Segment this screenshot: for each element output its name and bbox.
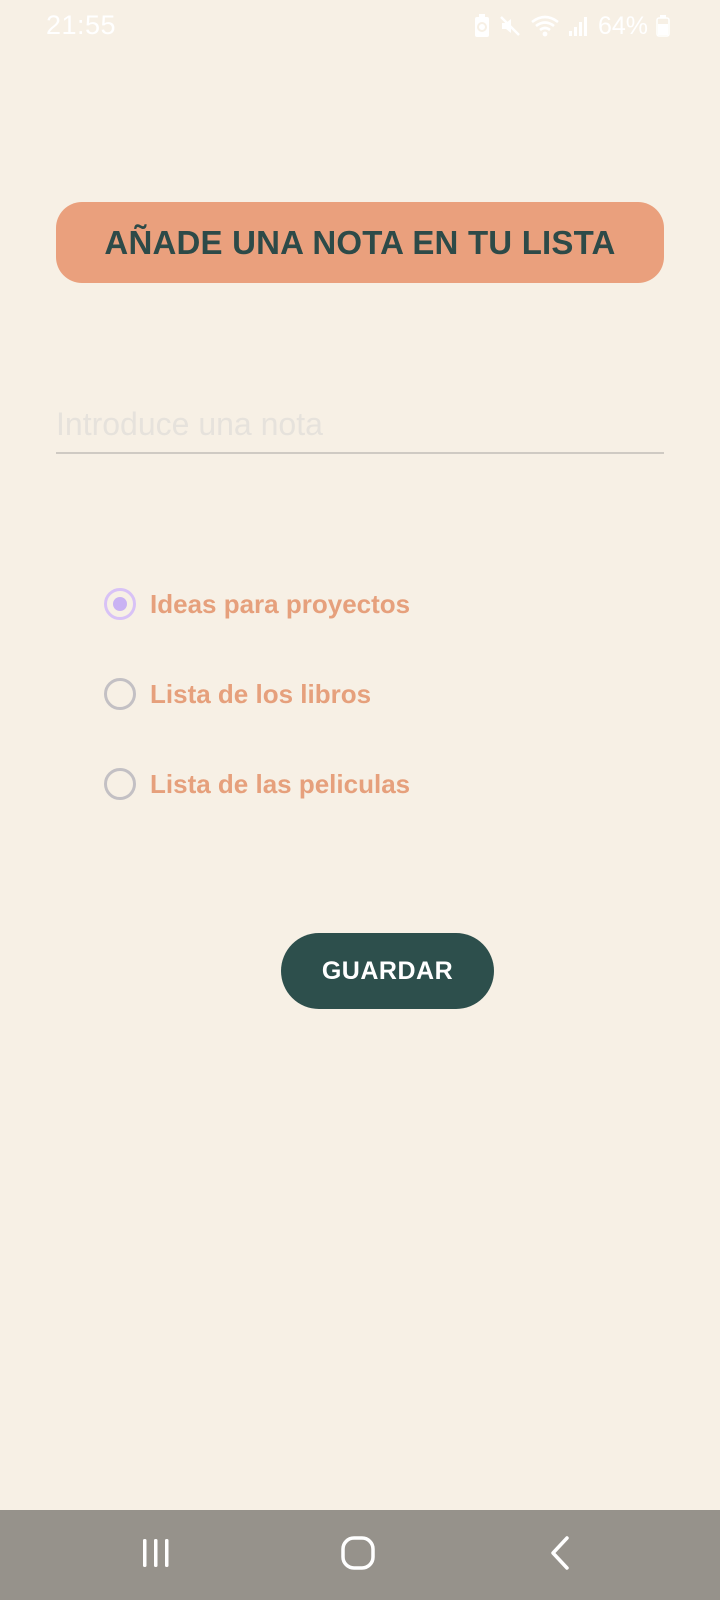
wifi-icon (530, 14, 560, 38)
radio-option-ideas[interactable]: Ideas para proyectos (104, 584, 410, 624)
mute-icon (498, 14, 522, 38)
radio-label[interactable]: Lista de los libros (150, 679, 371, 710)
battery-saver-icon (474, 14, 490, 38)
status-time: 21:55 (46, 10, 117, 40)
back-button[interactable] (500, 1510, 620, 1600)
page-title: AÑADE UNA NOTA EN TU LISTA (104, 223, 616, 261)
navigation-bar (0, 1510, 720, 1600)
home-icon (340, 1535, 376, 1576)
back-icon (545, 1535, 575, 1576)
status-icons: 64% (474, 12, 670, 40)
radio-label[interactable]: Ideas para proyectos (150, 589, 410, 620)
radio-button[interactable] (104, 678, 136, 710)
signal-icon (568, 15, 588, 37)
recent-apps-icon (139, 1536, 173, 1575)
category-radio-group: Ideas para proyectos Lista de los libros… (104, 584, 410, 854)
radio-label[interactable]: Lista de las peliculas (150, 769, 410, 800)
radio-option-books[interactable]: Lista de los libros (104, 674, 410, 714)
page-title-banner: AÑADE UNA NOTA EN TU LISTA (56, 202, 664, 283)
radio-button-checked[interactable] (104, 588, 136, 620)
battery-icon (656, 15, 670, 37)
note-input[interactable] (56, 396, 664, 454)
recent-apps-button[interactable] (96, 1510, 216, 1600)
status-bar: 21:55 64% (0, 0, 720, 52)
save-button[interactable]: GUARDAR (281, 933, 494, 1009)
radio-option-movies[interactable]: Lista de las peliculas (104, 764, 410, 804)
radio-button[interactable] (104, 768, 136, 800)
home-button[interactable] (298, 1510, 418, 1600)
battery-percent: 64% (597, 11, 648, 40)
